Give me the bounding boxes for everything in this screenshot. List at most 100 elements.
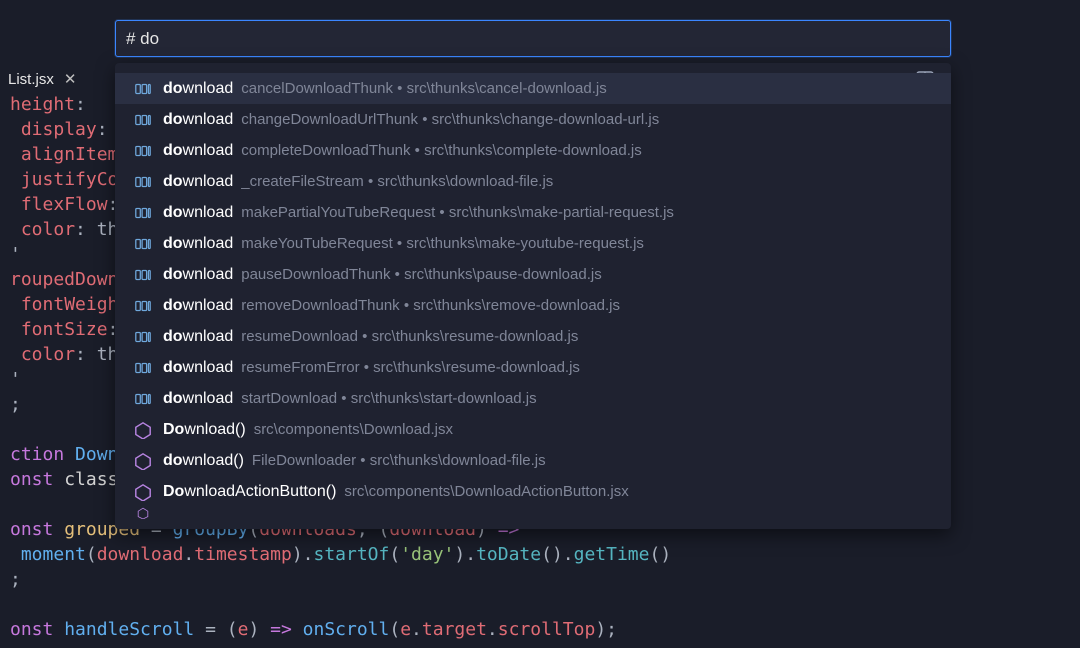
- code-token: [292, 619, 303, 640]
- suggestion-row[interactable]: download startDownload • src\thunks\start…: [115, 383, 951, 414]
- code-token: : th: [75, 219, 118, 240]
- close-icon[interactable]: ✕: [64, 70, 77, 88]
- code-token: ;: [10, 394, 21, 415]
- code-token: height: [10, 94, 75, 115]
- code-token: timestamp: [194, 544, 292, 565]
- code-token: ': [10, 244, 21, 265]
- code-token: alignItem: [21, 144, 119, 165]
- suggestion-row[interactable]: download changeDownloadUrlThunk • src\thu…: [115, 104, 951, 135]
- suggestion-row[interactable]: download resumeDownload • src\thunks\resu…: [115, 321, 951, 352]
- code-token: color: [21, 219, 75, 240]
- suggestion-name: download: [163, 111, 233, 129]
- code-token: startOf: [314, 544, 390, 565]
- code-token: (: [86, 544, 97, 565]
- command-palette-input-wrap[interactable]: [115, 20, 951, 57]
- code-token: handleScroll: [64, 619, 194, 640]
- code-token: toDate: [476, 544, 541, 565]
- method-icon: [133, 172, 153, 192]
- suggestion-detail: _createFileStream • src\thunks\download-…: [241, 173, 553, 190]
- suggestion-name: download: [163, 80, 233, 98]
- code-token: ction: [10, 444, 75, 465]
- code-token: fontWeigh: [21, 294, 119, 315]
- suggestion-name: DownloadActionButton: [163, 483, 326, 501]
- code-token: ().: [541, 544, 574, 565]
- suggestion-name: download: [163, 359, 233, 377]
- suggestion-row[interactable]: Download() src\components\Download.jsx: [115, 414, 951, 445]
- code-token: (): [649, 544, 671, 565]
- code-token: :: [97, 119, 108, 140]
- suggestion-row-truncated: [115, 507, 951, 525]
- code-token: flexFlow: [21, 194, 108, 215]
- suggestion-detail: changeDownloadUrlThunk • src\thunks\chan…: [241, 111, 659, 128]
- code-token: ': [10, 369, 21, 390]
- tab-filename: List.jsx: [8, 71, 54, 88]
- suggestion-row[interactable]: download _createFileStream • src\thunks\d…: [115, 166, 951, 197]
- code-token: color: [21, 344, 75, 365]
- suggestion-name: download: [163, 452, 233, 470]
- class-icon: [133, 420, 153, 440]
- code-token: download: [97, 544, 184, 565]
- code-token: roupedDown: [10, 269, 118, 290]
- command-palette-input[interactable]: [126, 29, 940, 49]
- suggestion-row[interactable]: downloadcompleteDownloadThunk • src\thun…: [115, 135, 951, 166]
- method-icon: [133, 358, 153, 378]
- suggestion-row[interactable]: download makeYouTubeRequest • src\thunks\…: [115, 228, 951, 259]
- suggestion-row[interactable]: download resumeFromError • src\thunks\res…: [115, 352, 951, 383]
- code-token: getTime: [574, 544, 650, 565]
- suggestion-row[interactable]: DownloadActionButton()src\components\Dow…: [115, 476, 951, 507]
- suggestion-detail: cancelDownloadThunk • src\thunks\cancel-…: [241, 80, 606, 97]
- suggestion-detail: pauseDownloadThunk • src\thunks\pause-do…: [241, 266, 601, 283]
- code-token: onst: [10, 519, 64, 540]
- suggestion-suffix: (): [326, 483, 337, 501]
- suggestion-name: download: [163, 142, 233, 160]
- code-token: e: [238, 619, 249, 640]
- suggestion-name: download: [163, 173, 233, 191]
- code-token: ): [248, 619, 270, 640]
- code-token: Down: [75, 444, 118, 465]
- code-token: .: [183, 544, 194, 565]
- suggestion-name: download: [163, 390, 233, 408]
- suggestion-row[interactable]: downloadmakePartialYouTubeRequest • src\…: [115, 197, 951, 228]
- method-icon: [133, 79, 153, 99]
- code-token: ).: [454, 544, 476, 565]
- code-token: onScroll: [303, 619, 390, 640]
- method-icon: [133, 265, 153, 285]
- code-token: : th: [75, 344, 118, 365]
- suggestion-suffix: (): [233, 452, 244, 470]
- suggestion-name: download: [163, 328, 233, 346]
- suggestion-name: download: [163, 235, 233, 253]
- code-token: onst: [10, 469, 64, 490]
- suggestion-row[interactable]: downloadremoveDownloadThunk • src\thunks…: [115, 290, 951, 321]
- suggestion-name: download: [163, 266, 233, 284]
- method-icon: [133, 203, 153, 223]
- suggestion-row[interactable]: download() FileDownloader • src\thunks\do…: [115, 445, 951, 476]
- code-token: (: [389, 544, 400, 565]
- method-icon: [133, 110, 153, 130]
- code-token: );: [595, 619, 617, 640]
- suggestion-detail: src\components\Download.jsx: [254, 421, 453, 438]
- suggestion-row[interactable]: download cancelDownloadThunk • src\thunks…: [115, 73, 951, 104]
- suggestion-row[interactable]: download pauseDownloadThunk • src\thunks\…: [115, 259, 951, 290]
- class-icon: [133, 482, 153, 502]
- method-icon: [133, 327, 153, 347]
- method-icon: [133, 389, 153, 409]
- method-icon: [133, 296, 153, 316]
- code-token: =>: [270, 619, 292, 640]
- suggestion-detail: FileDownloader • src\thunks\download-fil…: [252, 452, 546, 469]
- suggestion-detail: resumeDownload • src\thunks\resume-downl…: [241, 328, 578, 345]
- suggestion-detail: resumeFromError • src\thunks\resume-down…: [241, 359, 580, 376]
- code-token: e: [400, 619, 411, 640]
- method-icon: [133, 234, 153, 254]
- suggestion-suffix: (): [235, 421, 246, 439]
- code-token: display: [21, 119, 97, 140]
- code-token: .: [487, 619, 498, 640]
- code-token: onst: [10, 619, 64, 640]
- suggestion-detail: startDownload • src\thunks\start-downloa…: [241, 390, 536, 407]
- class-icon: [133, 451, 153, 471]
- code-token: = (: [194, 619, 237, 640]
- suggestion-name: Download: [163, 421, 235, 439]
- suggestion-detail: makeYouTubeRequest • src\thunks\make-you…: [241, 235, 644, 252]
- suggestion-detail: makePartialYouTubeRequest • src\thunks\m…: [241, 204, 674, 221]
- editor-tab[interactable]: List.jsx ✕: [0, 66, 90, 92]
- method-icon: [133, 141, 153, 161]
